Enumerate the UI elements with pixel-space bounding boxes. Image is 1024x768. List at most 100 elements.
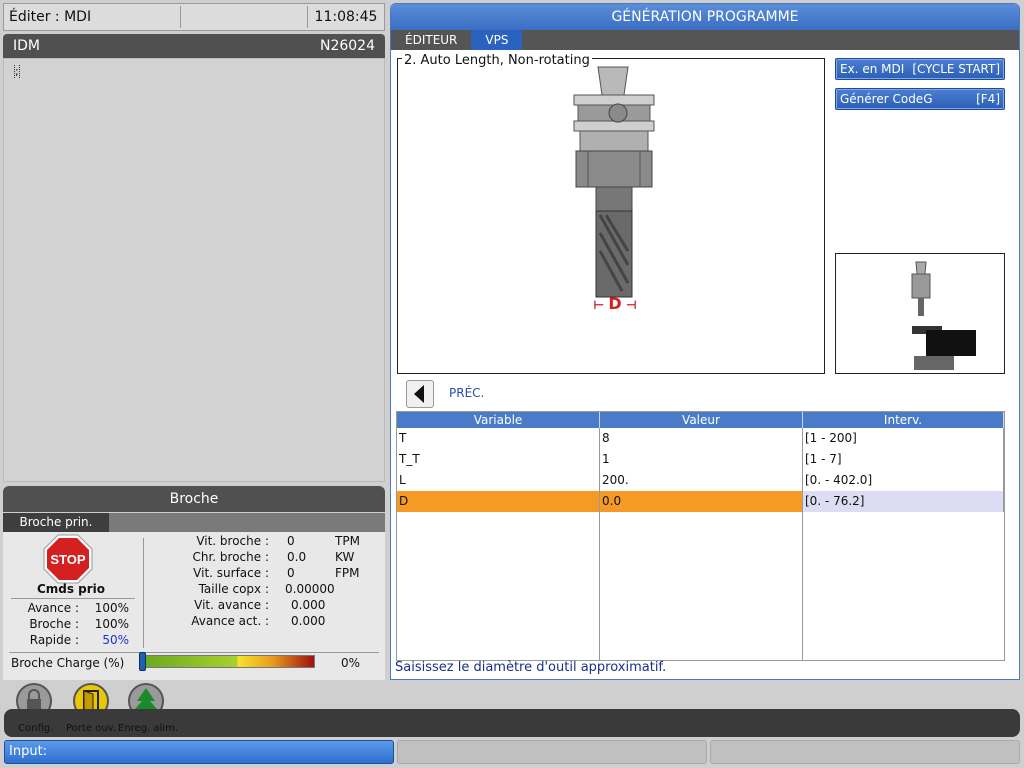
broche-panel: STOP Cmds prio Avance : 100% Broche : 10… <box>3 532 385 680</box>
cell-range: [1 - 200] <box>803 428 1004 449</box>
cell-variable: D <box>397 491 600 512</box>
dimension-label: D <box>608 294 622 313</box>
broche-header: Broche <box>3 486 385 512</box>
previous-button[interactable] <box>406 380 434 408</box>
stop-sign-icon: STOP <box>43 534 93 584</box>
override-label: Rapide : <box>29 633 79 647</box>
tab-bar: ÉDITEUR VPS <box>391 30 1019 50</box>
column-header-variable: Variable <box>397 412 600 428</box>
stat-label: Vit. surface : <box>193 566 269 580</box>
override-value: 100% <box>94 617 129 631</box>
idm-label: IDM <box>13 38 40 54</box>
setup-thumbnail <box>835 253 1005 374</box>
cell-variable: L <box>397 470 600 491</box>
stat-row: Vit. broche : 0 TPM <box>153 534 383 548</box>
input-field[interactable]: Input: <box>4 740 394 764</box>
table-row[interactable]: L 200. [0. - 402.0] <box>397 470 1004 491</box>
stat-row: Chr. broche : 0.0 KW <box>153 550 383 564</box>
previous-label: PRÉC. <box>449 386 485 400</box>
tool-setter-icon <box>911 261 976 370</box>
stat-value: 0.000 <box>291 614 326 628</box>
run-mdi-button[interactable]: Ex. en MDI [CYCLE START] <box>835 58 1005 80</box>
button-key: [F4] <box>976 92 1000 106</box>
override-label: Avance : <box>27 601 79 615</box>
table-row[interactable]: T 8 [1 - 200] <box>397 428 1004 449</box>
button-key: [CYCLE START] <box>912 62 1000 76</box>
divider <box>143 538 144 648</box>
power-save-label: Enreg. alim. <box>118 723 179 734</box>
stop-text: STOP <box>50 552 85 567</box>
tab-broche-prin[interactable]: Broche prin. <box>3 513 109 532</box>
stat-value: 0.00000 <box>285 582 335 596</box>
stat-label: Vit. broche : <box>196 534 269 548</box>
cell-value[interactable]: 0.0 <box>600 491 803 512</box>
divider <box>180 6 181 28</box>
door-label: Porte ouv. <box>66 723 116 734</box>
cell-value[interactable]: 8 <box>600 428 803 449</box>
stat-label: Avance act. : <box>191 614 269 628</box>
status-field <box>710 740 1020 764</box>
generation-panel: GÉNÉRATION PROGRAMME ÉDITEUR VPS 2. Auto… <box>390 3 1020 680</box>
column-divider <box>802 428 803 660</box>
stat-value: 0 <box>287 534 295 548</box>
cell-range: [0. - 402.0] <box>803 470 1004 491</box>
table-header: Variable Valeur Interv. <box>397 412 1004 428</box>
status-field <box>397 740 707 764</box>
stat-row: Taille copx : 0.00000 <box>153 582 383 596</box>
stat-row: Vit. surface : 0 FPM <box>153 566 383 580</box>
column-divider <box>599 428 600 660</box>
override-row: Rapide : 50% <box>9 633 135 647</box>
cell-range: [1 - 7] <box>803 449 1004 470</box>
generate-gcode-button[interactable]: Générer CodeG [F4] <box>835 88 1005 110</box>
mdi-editor[interactable]: ; <box>3 58 385 482</box>
override-value: 100% <box>94 601 129 615</box>
stat-unit: KW <box>335 550 355 564</box>
tab-vps[interactable]: VPS <box>471 30 523 50</box>
divider <box>9 652 379 653</box>
cell-variable: T <box>397 428 600 449</box>
variables-table: Variable Valeur Interv. T 8 [1 - 200] T_… <box>396 411 1005 661</box>
config-label: Config. <box>18 723 54 734</box>
line-number: N26024 <box>319 38 375 54</box>
cell-value[interactable]: 200. <box>600 470 803 491</box>
button-label: Ex. en MDI <box>840 62 905 76</box>
override-label: Broche : <box>29 617 79 631</box>
text-cursor: ; <box>14 65 20 78</box>
stat-unit: FPM <box>335 566 360 580</box>
stat-value: 0.0 <box>287 550 307 564</box>
broche-tabbar: Broche prin. <box>3 513 385 532</box>
charge-label: Broche Charge (%) <box>11 656 125 670</box>
spindle-load-bar <box>141 655 315 668</box>
panel-title: GÉNÉRATION PROGRAMME <box>391 4 1019 30</box>
stat-value: 0 <box>287 566 295 580</box>
charge-value: 0% <box>341 656 361 670</box>
arrow-left-icon <box>414 385 424 403</box>
override-row: Broche : 100% <box>9 617 135 631</box>
stat-row: Vit. avance : 0.000 <box>153 598 383 612</box>
stat-label: Taille copx : <box>198 582 269 596</box>
stat-unit: TPM <box>335 534 360 548</box>
cell-range: [0. - 76.2] <box>803 491 1004 512</box>
tab-editeur[interactable]: ÉDITEUR <box>391 30 471 50</box>
column-header-interv: Interv. <box>803 412 1004 428</box>
stat-label: Vit. avance : <box>194 598 269 612</box>
dimension-d-marker: ⊢ D ⊣ <box>593 294 637 313</box>
button-label: Générer CodeG <box>840 92 933 106</box>
override-row: Avance : 100% <box>9 601 135 615</box>
stat-value: 0.000 <box>291 598 326 612</box>
end-mill-tool-icon <box>573 66 655 298</box>
idm-header: IDM N26024 <box>3 34 385 58</box>
mode-title: Éditer : MDI <box>9 9 92 25</box>
stat-row: Avance act. : 0.000 <box>153 614 383 628</box>
override-value: 50% <box>102 633 129 647</box>
divider <box>11 598 135 599</box>
clock: 11:08:45 <box>314 9 378 25</box>
table-row[interactable]: T_T 1 [1 - 7] <box>397 449 1004 470</box>
column-header-valeur: Valeur <box>600 412 803 428</box>
hint-text: Saisissez le diamètre d'outil approximat… <box>395 660 667 675</box>
spindle-load-indicator <box>139 652 146 671</box>
cell-value[interactable]: 1 <box>600 449 803 470</box>
table-row-selected[interactable]: D 0.0 [0. - 76.2] <box>397 491 1004 512</box>
stat-label: Chr. broche : <box>192 550 269 564</box>
cell-variable: T_T <box>397 449 600 470</box>
